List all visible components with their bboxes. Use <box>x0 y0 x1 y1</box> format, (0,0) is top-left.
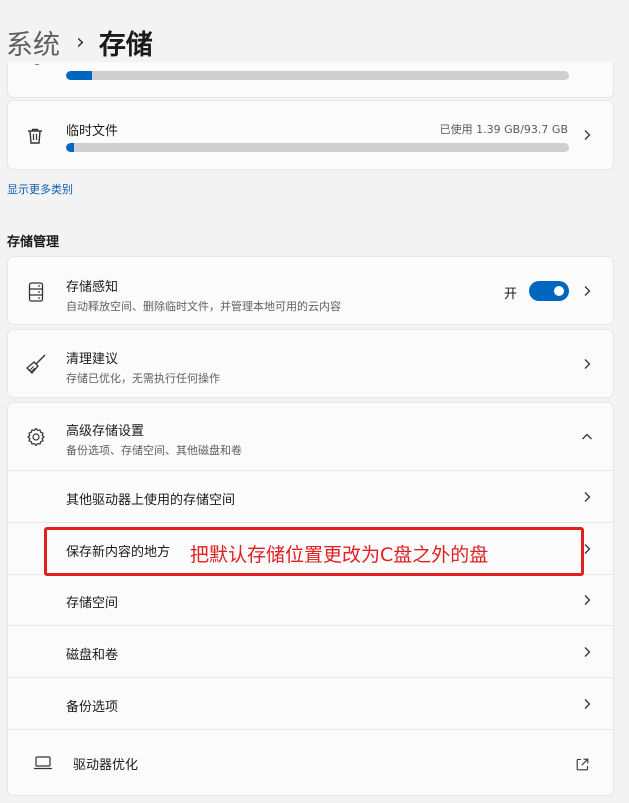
chevron-up-icon <box>581 431 593 443</box>
hard-drive-icon <box>26 281 46 303</box>
storage-category-temp-files[interactable]: 临时文件 已使用 1.39 GB/93.7 GB <box>7 100 614 170</box>
storage-category-card-partial[interactable] <box>7 62 614 98</box>
storage-sense-desc: 自动释放空间、删除临时文件，并管理本地可用的云内容 <box>66 300 341 313</box>
cleanup-recommendations-card[interactable]: 清理建议 存储已优化，无需执行任何操作 <box>7 329 614 398</box>
sub-item-label: 磁盘和卷 <box>66 648 119 663</box>
chevron-right-icon: › <box>76 29 85 55</box>
page-title: 存储 <box>98 29 153 61</box>
advanced-title: 高级存储设置 <box>66 424 145 439</box>
chevron-right-icon <box>581 129 593 141</box>
sub-item-storage-spaces[interactable]: 存储空间 <box>8 575 613 625</box>
gear-icon <box>25 426 47 448</box>
sub-item-backup-options[interactable]: 备份选项 <box>8 678 613 729</box>
chevron-right-icon <box>581 646 593 658</box>
broom-icon <box>24 352 48 376</box>
laptop-icon <box>32 754 54 772</box>
advanced-text: 高级存储设置 备份选项、存储空间、其他磁盘和卷 <box>66 420 242 458</box>
chevron-right-icon <box>581 285 593 297</box>
show-more-categories-link[interactable]: 显示更多类别 <box>7 181 73 197</box>
chevron-right-icon <box>581 491 593 503</box>
breadcrumb-parent-system[interactable]: 系统 <box>6 23 60 62</box>
usage-text: 已使用 1.39 GB/93.7 GB <box>439 123 568 136</box>
drive-optimization-item[interactable]: 驱动器优化 <box>8 730 613 796</box>
trash-icon <box>24 125 46 147</box>
section-heading-storage-management: 存储管理 <box>7 235 60 250</box>
category-icon <box>28 64 46 70</box>
sub-item-label: 其他驱动器上使用的存储空间 <box>66 493 236 508</box>
drive-optimization-title: 驱动器优化 <box>73 758 139 773</box>
advanced-desc: 备份选项、存储空间、其他磁盘和卷 <box>66 444 242 457</box>
advanced-storage-settings-expander: 高级存储设置 备份选项、存储空间、其他磁盘和卷 其他驱动器上使用的存储空间 保存… <box>7 402 614 796</box>
cleanup-title: 清理建议 <box>66 352 119 367</box>
storage-sense-toggle[interactable] <box>529 281 569 301</box>
storage-sense-title: 存储感知 <box>66 280 119 295</box>
sub-item-label: 存储空间 <box>66 596 119 611</box>
chevron-right-icon <box>581 594 593 606</box>
storage-sense-text: 存储感知 自动释放空间、删除临时文件，并管理本地可用的云内容 <box>66 276 341 314</box>
open-external-icon <box>576 756 589 771</box>
toggle-state-label: 开 <box>504 287 518 302</box>
cleanup-desc: 存储已优化，无需执行任何操作 <box>66 372 220 385</box>
storage-sense-card[interactable]: 存储感知 自动释放空间、删除临时文件，并管理本地可用的云内容 开 <box>7 256 614 325</box>
usage-bar <box>66 143 569 152</box>
usage-bar-fill <box>66 143 75 152</box>
breadcrumb: 系统 › 存储 <box>6 22 153 62</box>
sub-item-label: 备份选项 <box>66 700 119 715</box>
sub-item-disks-volumes[interactable]: 磁盘和卷 <box>8 626 613 677</box>
chevron-right-icon <box>581 358 593 370</box>
advanced-storage-settings-header[interactable]: 高级存储设置 备份选项、存储空间、其他磁盘和卷 <box>8 403 613 471</box>
usage-bar-fill <box>66 71 93 80</box>
toggle-knob <box>554 286 564 296</box>
annotation-text: 把默认存储位置更改为C盘之外的盘 <box>190 544 489 566</box>
cleanup-text: 清理建议 存储已优化，无需执行任何操作 <box>66 348 220 386</box>
sub-item-other-drives[interactable]: 其他驱动器上使用的存储空间 <box>8 471 613 522</box>
chevron-right-icon <box>581 698 593 710</box>
usage-bar <box>66 71 569 80</box>
category-label: 临时文件 <box>66 124 119 139</box>
